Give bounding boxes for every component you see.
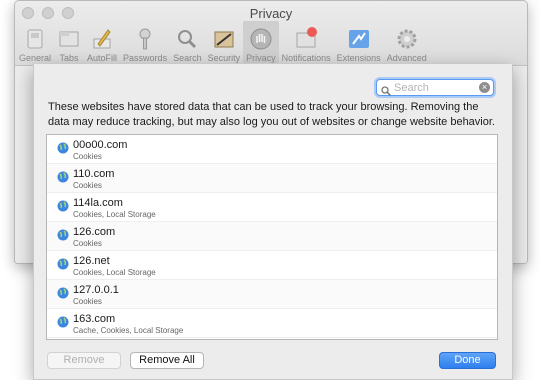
site-data-types: Cache, Cookies, Local Storage: [73, 326, 184, 335]
window-title: Privacy: [249, 6, 293, 21]
lock-icon: [212, 27, 236, 51]
tab-privacy-label: Privacy: [246, 53, 276, 63]
hand-icon: [249, 27, 273, 51]
tab-search-label: Search: [173, 53, 202, 63]
tab-autofill[interactable]: AutoFill: [84, 21, 120, 63]
description-text: These websites have stored data that can…: [48, 101, 495, 128]
notifications-icon: [294, 27, 318, 51]
list-item[interactable]: 00o00.com Cookies: [47, 135, 497, 164]
remove-button[interactable]: Remove: [47, 352, 121, 369]
tab-general-label: General: [19, 53, 52, 63]
site-name: 114la.com: [73, 197, 123, 209]
tab-notifications[interactable]: Notifications: [279, 21, 334, 63]
tab-extensions-label: Extensions: [336, 53, 381, 63]
tab-search[interactable]: Search: [170, 21, 205, 63]
magnifier-icon: [175, 27, 199, 51]
list-item[interactable]: 126.com Cookies: [47, 222, 497, 251]
globe-icon: [57, 258, 69, 270]
done-button[interactable]: Done: [439, 352, 496, 369]
tabs-icon: [57, 27, 81, 51]
website-data-sheet: × These websites have stored data that c…: [33, 64, 513, 380]
tab-passwords[interactable]: Passwords: [120, 21, 170, 63]
list-item[interactable]: 127.0.0.1 Cookies: [47, 280, 497, 309]
site-data-types: Cookies, Local Storage: [73, 268, 156, 277]
clear-search-icon[interactable]: ×: [479, 82, 490, 93]
gear-icon: [395, 27, 419, 51]
tab-security[interactable]: Security: [205, 21, 244, 63]
search-field[interactable]: ×: [376, 79, 494, 97]
general-icon: [23, 27, 47, 51]
tab-tabs[interactable]: Tabs: [54, 21, 84, 63]
globe-icon: [57, 229, 69, 241]
tab-advanced-label: Advanced: [386, 53, 427, 63]
tab-privacy[interactable]: Privacy: [243, 21, 279, 63]
key-icon: [133, 27, 157, 51]
site-data-types: Cookies: [73, 239, 102, 248]
site-data-types: Cookies: [73, 297, 102, 306]
globe-icon: [57, 171, 69, 183]
website-list[interactable]: 00o00.com Cookies 110.com Cookies 114la.…: [46, 134, 498, 340]
search-input[interactable]: [394, 80, 476, 95]
tab-advanced[interactable]: Advanced: [384, 21, 430, 63]
extensions-icon: [347, 27, 371, 51]
globe-icon: [57, 316, 69, 328]
site-name: 00o00.com: [73, 139, 128, 151]
tab-extensions[interactable]: Extensions: [334, 21, 384, 63]
site-name: 126.com: [73, 226, 116, 238]
list-item[interactable]: 114la.com Cookies, Local Storage: [47, 193, 497, 222]
globe-icon: [57, 287, 69, 299]
list-item[interactable]: 163.com Cache, Cookies, Local Storage: [47, 309, 497, 338]
site-name: 110.com: [73, 168, 115, 180]
tab-passwords-label: Passwords: [123, 53, 168, 63]
autofill-icon: [90, 27, 114, 51]
tab-autofill-label: AutoFill: [87, 53, 118, 63]
globe-icon: [57, 200, 69, 212]
site-data-types: Cookies: [73, 181, 102, 190]
title-bar: Privacy General Tabs AutoFill Passwords …: [15, 1, 527, 66]
site-name: 163.com: [73, 313, 116, 325]
tab-notifications-label: Notifications: [281, 53, 331, 63]
site-name: 127.0.0.1: [73, 284, 119, 296]
list-item[interactable]: 110.com Cookies: [47, 164, 497, 193]
remove-all-button[interactable]: Remove All: [130, 352, 204, 369]
site-data-types: Cookies, Local Storage: [73, 210, 156, 219]
tab-tabs-label: Tabs: [59, 53, 79, 63]
search-icon: [381, 83, 392, 101]
tab-security-label: Security: [207, 53, 241, 63]
preferences-toolbar: General Tabs AutoFill Passwords Search S…: [16, 21, 430, 63]
tab-general[interactable]: General: [16, 21, 54, 63]
globe-icon: [57, 142, 69, 154]
list-item[interactable]: 126.net Cookies, Local Storage: [47, 251, 497, 280]
site-data-types: Cookies: [73, 152, 102, 161]
site-name: 126.net: [73, 255, 110, 267]
